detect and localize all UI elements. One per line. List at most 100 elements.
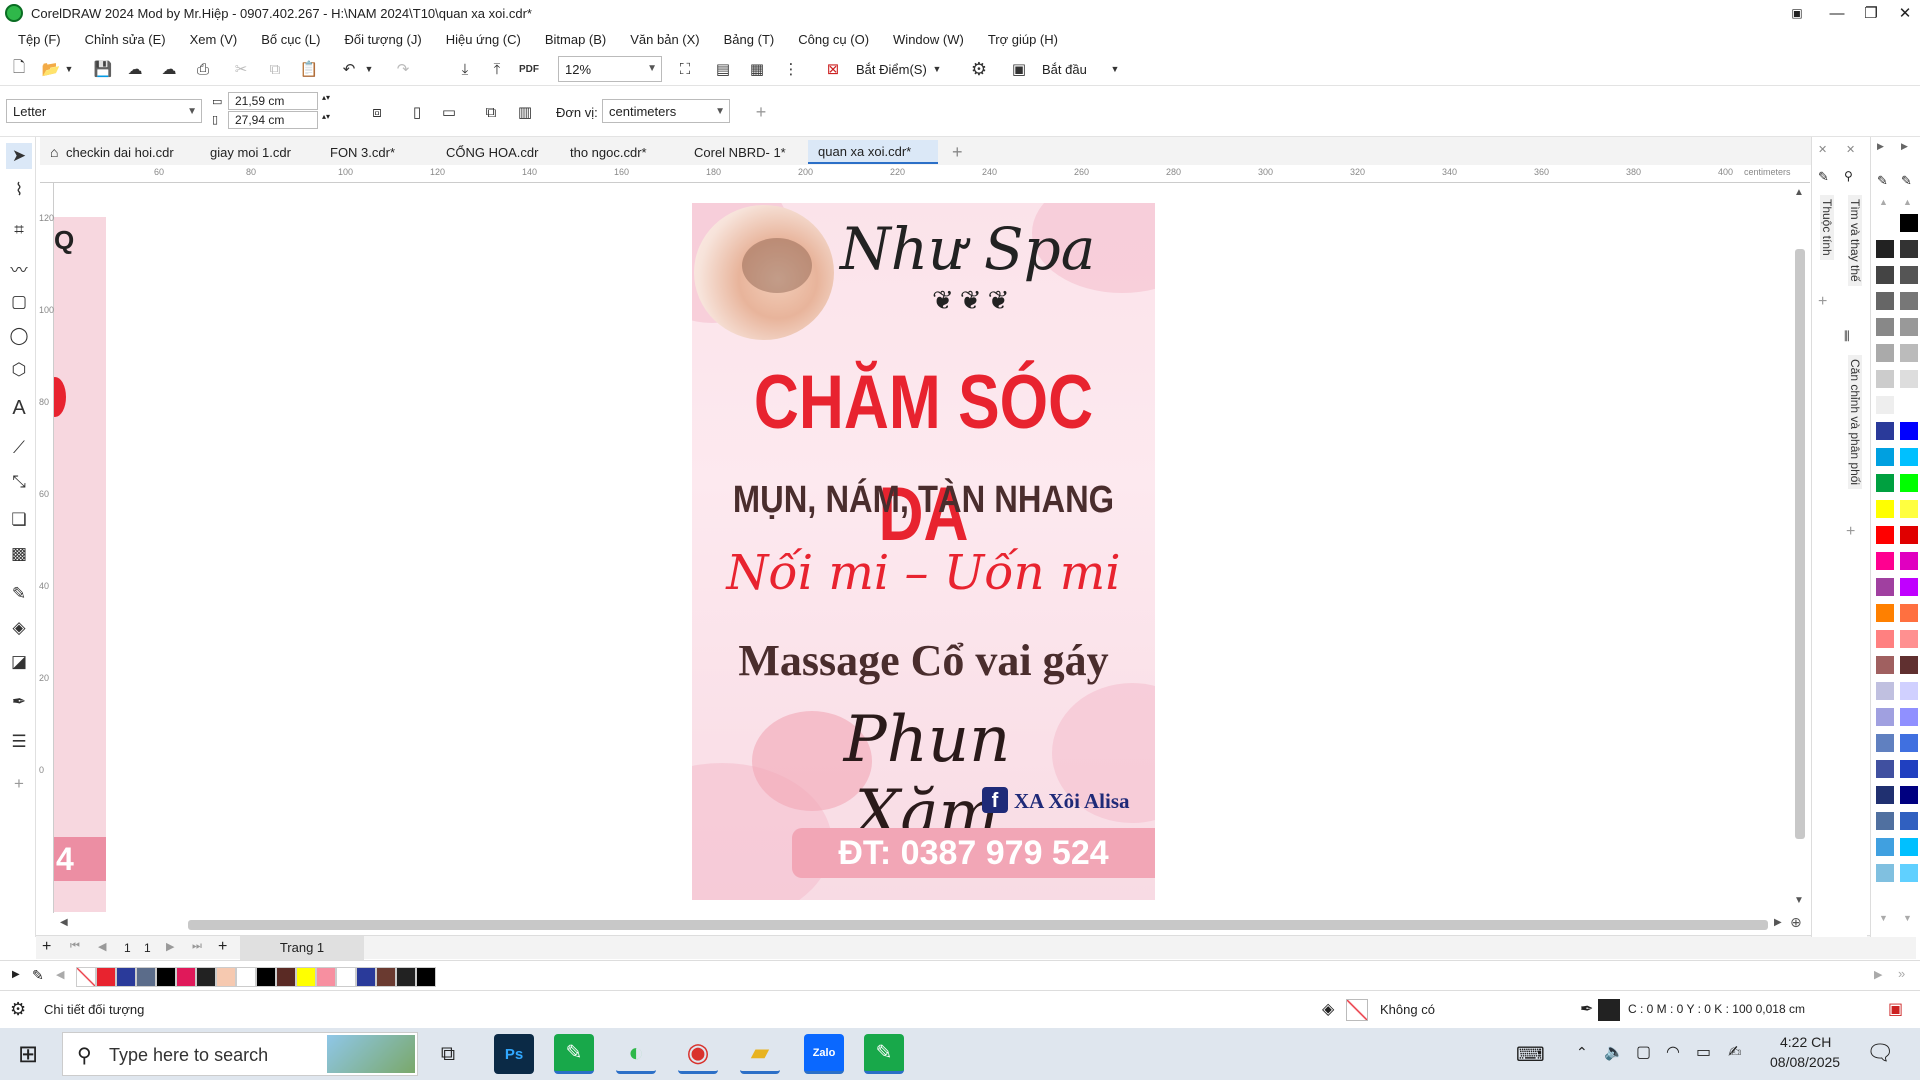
horizontal-ruler[interactable]: 60 80 100 120 140 160 180 200 220 240 26… [40, 165, 1810, 183]
palette-swatch[interactable] [1899, 785, 1919, 805]
next-page-icon[interactable]: ▶ [166, 940, 174, 953]
settings-gear-icon[interactable]: ⚙ [966, 56, 992, 82]
zoom-level-combo[interactable]: 12% ▼ [558, 56, 662, 82]
chrome-icon[interactable]: ◉ [678, 1034, 718, 1074]
start-label[interactable]: Bắt đầu [1042, 62, 1087, 77]
tab-quan-xa-xoi[interactable]: quan xa xoi.cdr* [808, 140, 938, 164]
palette-swatch[interactable] [1899, 473, 1919, 493]
tab-corel-nbrd[interactable]: Corel NBRD- 1* [684, 140, 796, 164]
pin-icon[interactable]: ▣ [1776, 0, 1818, 26]
green-app-icon[interactable]: ◐ [616, 1034, 656, 1074]
palette-swatch[interactable] [1875, 681, 1895, 701]
windows-start-icon[interactable]: ⊞ [8, 1034, 48, 1074]
palette-swatch[interactable] [1899, 629, 1919, 649]
task-view-icon[interactable]: ⧉ [428, 1034, 468, 1074]
palette-swatch[interactable] [1875, 499, 1895, 519]
palette-swatch[interactable] [1899, 837, 1919, 857]
spa-poster-page[interactable]: Như Spa ❦❦❦ CHĂM SÓC DA MỤN, NÁM, TÀN NH… [692, 203, 1155, 900]
doc-swatch[interactable] [356, 967, 376, 987]
properties-docker-icon[interactable]: ✎ [1818, 169, 1829, 185]
open-dropdown-icon[interactable]: ▼ [62, 56, 76, 82]
palette-swatch[interactable] [1875, 655, 1895, 675]
palette-swatch[interactable] [1875, 395, 1895, 415]
palette-swatch[interactable] [1899, 369, 1919, 389]
palette-swatch[interactable] [1875, 733, 1895, 753]
add-page-before-icon[interactable]: + [42, 938, 51, 956]
eyedropper-tool-icon[interactable]: ✎ [6, 581, 32, 607]
doc-swatch[interactable] [156, 967, 176, 987]
add-docker-icon[interactable]: + [1818, 293, 1827, 311]
smart-fill-tool-icon[interactable]: ◪ [6, 649, 32, 675]
save-icon[interactable]: 💾 [90, 56, 116, 82]
tab-tho-ngoc[interactable]: tho ngoc.cdr* [560, 140, 657, 164]
scroll-right-icon[interactable]: ▶ [1774, 917, 1782, 928]
customize-toolbox-icon[interactable]: ☰ [6, 729, 32, 755]
palette-swatch[interactable] [1875, 369, 1895, 389]
tab-giay-moi[interactable]: giay moi 1.cdr [200, 140, 301, 164]
palette-scroll-left-icon[interactable]: ◀ [56, 968, 64, 981]
page-layout-icon[interactable]: ⧈ [364, 99, 390, 125]
rectangle-tool-icon[interactable]: ▢ [6, 289, 32, 315]
palette-swatch[interactable] [1875, 759, 1895, 779]
doc-swatch[interactable] [256, 967, 276, 987]
copy-icon[interactable]: ⧉ [262, 56, 288, 82]
add-page-after-icon[interactable]: + [218, 938, 227, 956]
wifi-icon[interactable]: ◠ [1666, 1042, 1680, 1062]
guidelines-icon[interactable]: ⋮ [778, 56, 804, 82]
coreldraw-taskbar-icon[interactable]: ✎ [554, 1034, 594, 1074]
interactive-fill-tool-icon[interactable]: ◈ [6, 615, 32, 641]
start-dropdown-icon[interactable]: ▼ [1108, 56, 1122, 82]
redo-icon[interactable]: ↷ [390, 56, 416, 82]
vertical-scrollbar[interactable]: ▲ ▼ [1789, 183, 1811, 913]
vertical-scroll-thumb[interactable] [1795, 249, 1805, 839]
docker-tab-properties[interactable]: Thuộc tính [1820, 195, 1834, 260]
palette-swatch[interactable] [1899, 681, 1919, 701]
horizontal-scrollbar[interactable]: ◀ ▶ [54, 913, 1789, 935]
palette-swatch[interactable] [1899, 421, 1919, 441]
docker-tab-find-replace[interactable]: Tìm và thay thế [1848, 195, 1862, 286]
freehand-tool-icon[interactable]: 〰 [6, 255, 32, 281]
clock-date[interactable]: 08/08/2025 [1770, 1054, 1840, 1070]
page-size-combo[interactable]: Letter ▼ [6, 99, 202, 123]
cloud-upload-icon[interactable]: ☁ [156, 56, 182, 82]
palette-swatch[interactable] [1875, 421, 1895, 441]
doc-swatch[interactable] [116, 967, 136, 987]
menu-bitmap[interactable]: Bitmap (B) [537, 32, 622, 47]
menu-window[interactable]: Window (W) [885, 32, 980, 47]
cloud-download-icon[interactable]: ☁ [122, 56, 148, 82]
palette-swatch[interactable] [1875, 525, 1895, 545]
find-replace-icon[interactable]: ⚲ [1844, 169, 1853, 183]
menu-file[interactable]: Tệp (F) [10, 32, 77, 47]
keyboard-icon[interactable]: ⌨ [1516, 1042, 1545, 1067]
swatch-no-color[interactable] [76, 967, 96, 987]
palette-swatch[interactable] [1899, 525, 1919, 545]
export-icon[interactable]: ⤒ [484, 56, 510, 82]
artistic-media-tool-icon[interactable]: ✒ [6, 689, 32, 715]
ellipse-tool-icon[interactable]: ◯ [6, 323, 32, 349]
menu-table[interactable]: Bảng (T) [716, 32, 791, 47]
text-tool-icon[interactable]: A [6, 395, 32, 421]
doc-swatch[interactable] [396, 967, 416, 987]
menu-text[interactable]: Văn bản (X) [622, 32, 715, 47]
palette-swatch[interactable] [1899, 265, 1919, 285]
palette-scroll-down-icon[interactable]: ▼ [1879, 913, 1888, 923]
palette-swatch[interactable] [1899, 499, 1919, 519]
first-page-icon[interactable]: ⏮ [70, 940, 80, 953]
tab-checkin-dai-hoi[interactable]: checkin dai hoi.cdr [56, 140, 184, 164]
palette-swatch[interactable] [1899, 317, 1919, 337]
adjacent-design-page[interactable]: Q 4 [54, 217, 106, 912]
palette-scroll-down-icon[interactable]: ▼ [1903, 913, 1912, 923]
export-pdf-icon[interactable]: PDF [516, 56, 542, 82]
palette-swatch[interactable] [1899, 239, 1919, 259]
palette-swatch[interactable] [1899, 447, 1919, 467]
menu-help[interactable]: Trợ giúp (H) [980, 32, 1074, 47]
width-spin-icon[interactable]: ▴▾ [322, 93, 330, 102]
palette-swatch[interactable] [1899, 759, 1919, 779]
palette-swatch[interactable] [1899, 603, 1919, 623]
drop-shadow-tool-icon[interactable]: ❏ [6, 507, 32, 533]
palette-swatch[interactable] [1899, 707, 1919, 727]
menu-view[interactable]: Xem (V) [182, 32, 254, 47]
palette-swatch[interactable] [1899, 733, 1919, 753]
palette-swatch[interactable] [1875, 291, 1895, 311]
outline-color-swatch[interactable] [1598, 999, 1620, 1021]
